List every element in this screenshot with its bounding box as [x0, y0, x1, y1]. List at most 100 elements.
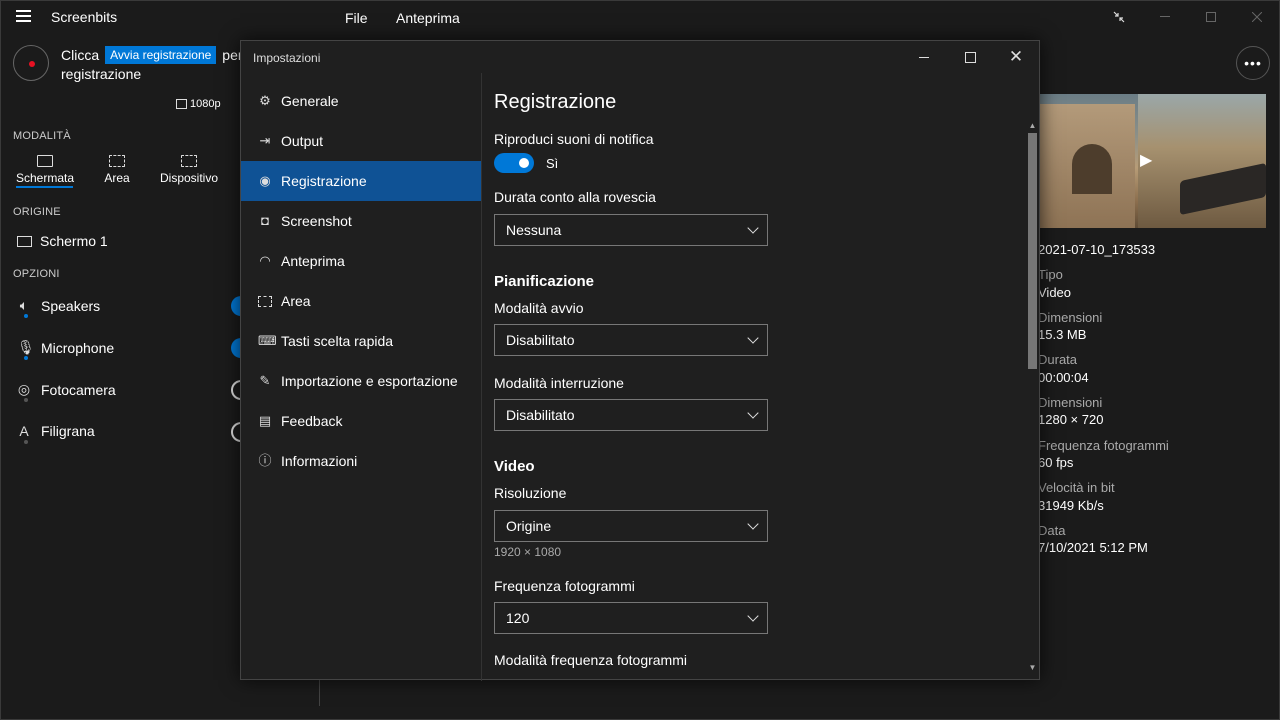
- title-bar: Screenbits File Anteprima: [0, 0, 1280, 34]
- stop-mode-dropdown[interactable]: Disabilitato: [494, 399, 768, 431]
- option-label: Filigrana: [41, 423, 95, 439]
- nav-item-tasti-scelta-rapida[interactable]: ⌨ Tasti scelta rapida: [241, 321, 481, 361]
- play-icon[interactable]: ▶: [1140, 150, 1152, 170]
- info-label: Data: [1038, 523, 1066, 538]
- mode-schermata[interactable]: Schermata: [16, 155, 74, 185]
- area-select-icon: [258, 296, 272, 307]
- inactive-dot: [24, 440, 28, 444]
- hint-text: Clicca: [61, 47, 100, 63]
- resolution-subtext: 1920 × 1080: [494, 545, 562, 559]
- settings-dialog: Impostazioni ✕ ⚙ Generale ⇥ Output ◉ Reg…: [240, 40, 1040, 681]
- watermark-icon: A: [19, 423, 29, 439]
- notify-toggle[interactable]: [494, 153, 534, 173]
- nav-label: Output: [281, 133, 324, 149]
- nav-item-importazione-esportazione[interactable]: ✎ Importazione e esportazione: [241, 361, 481, 401]
- settings-nav: ⚙ Generale ⇥ Output ◉ Registrazione ◘ Sc…: [241, 81, 481, 481]
- record-hint: Clicca Avvia registrazione per: [61, 46, 243, 64]
- chevron-down-icon: [747, 407, 759, 419]
- video-thumbnail[interactable]: ▶: [1040, 94, 1266, 228]
- record-icon: ◉: [259, 173, 271, 188]
- start-mode-dropdown[interactable]: Disabilitato: [494, 324, 768, 356]
- more-options-button[interactable]: •••: [1236, 46, 1270, 80]
- resolution-chip-label: 1080p: [190, 98, 221, 110]
- minimize-button[interactable]: [1142, 0, 1188, 34]
- nav-item-anteprima[interactable]: ◠ Anteprima: [241, 241, 481, 281]
- options-section-label: OPZIONI: [13, 268, 60, 280]
- nav-item-informazioni[interactable]: ⓘ Informazioni: [241, 441, 481, 481]
- origin-screen-item[interactable]: Schermo 1: [17, 233, 108, 249]
- nav-label: Tasti scelta rapida: [281, 333, 394, 349]
- info-label: Dimensioni: [1038, 395, 1103, 410]
- maximize-button[interactable]: [1188, 0, 1234, 34]
- dialog-maximize-button[interactable]: [947, 41, 993, 73]
- countdown-dropdown[interactable]: Nessuna: [494, 214, 768, 246]
- stop-mode-label: Modalità interruzione: [494, 375, 624, 391]
- nav-item-screenshot[interactable]: ◘ Screenshot: [241, 201, 481, 241]
- page-title: Registrazione: [494, 91, 617, 113]
- dropdown-value: 120: [506, 610, 530, 626]
- active-dot: [24, 356, 28, 360]
- nav-label: Screenshot: [281, 213, 352, 229]
- active-dot: [24, 314, 28, 318]
- info-icon: ⓘ: [258, 453, 272, 468]
- info-value: 15.3 MB: [1038, 327, 1087, 342]
- device-icon: [181, 155, 197, 167]
- dialog-minimize-button[interactable]: [901, 41, 947, 73]
- hint-text-line2: registrazione: [61, 66, 142, 82]
- origin-section-label: ORIGINE: [13, 206, 61, 218]
- settings-content: Registrazione Riproduci suoni di notific…: [494, 87, 1034, 677]
- mode-dispositivo[interactable]: Dispositivo: [158, 155, 220, 185]
- output-export-icon: ⇥: [259, 133, 271, 148]
- mode-selected-indicator: [16, 186, 73, 188]
- option-fotocamera[interactable]: ◎ Fotocamera: [17, 381, 116, 398]
- menu-file[interactable]: File: [345, 10, 368, 26]
- fps-mode-label: Modalità frequenza fotogrammi: [494, 652, 687, 668]
- nav-divider: [481, 73, 482, 681]
- scrollbar[interactable]: ▲ ▼: [1027, 121, 1038, 677]
- origin-value: Schermo 1: [40, 233, 108, 249]
- scroll-down-icon[interactable]: ▼: [1027, 663, 1038, 673]
- notify-label: Riproduci suoni di notifica: [494, 131, 654, 147]
- film-icon: [176, 99, 187, 109]
- fps-dropdown[interactable]: 120: [494, 602, 768, 634]
- countdown-label: Durata conto alla rovescia: [494, 189, 656, 205]
- dialog-title: Impostazioni: [253, 51, 321, 65]
- scroll-up-icon[interactable]: ▲: [1027, 121, 1038, 131]
- notify-toggle-state: Sì: [546, 156, 559, 171]
- compact-mode-icon[interactable]: [1096, 0, 1142, 34]
- chevron-down-icon: [747, 610, 759, 622]
- info-value: 60 fps: [1038, 455, 1074, 470]
- info-value: 00:00:04: [1038, 370, 1089, 385]
- mode-area[interactable]: Area: [102, 155, 132, 185]
- nav-item-output[interactable]: ⇥ Output: [241, 121, 481, 161]
- nav-item-area[interactable]: Area: [241, 281, 481, 321]
- divider: [319, 680, 320, 706]
- option-microphone[interactable]: 🎙︎ Microphone: [17, 339, 114, 356]
- nav-item-generale[interactable]: ⚙ Generale: [241, 81, 481, 121]
- resolution-dropdown[interactable]: Origine: [494, 510, 768, 542]
- option-label: Speakers: [41, 297, 101, 314]
- dialog-close-button[interactable]: ✕: [993, 41, 1039, 73]
- dropdown-value: Nessuna: [506, 222, 562, 238]
- record-button[interactable]: [13, 45, 49, 81]
- resolution-chip[interactable]: 1080p: [176, 98, 221, 110]
- dropdown-value: Origine: [506, 518, 552, 534]
- scrollbar-thumb[interactable]: [1028, 133, 1037, 369]
- edit-icon: ✎: [259, 373, 271, 388]
- mode-section-label: MODALITÀ: [13, 130, 71, 142]
- nav-item-registrazione[interactable]: ◉ Registrazione: [241, 161, 481, 201]
- nav-label: Area: [281, 293, 311, 309]
- nav-item-feedback[interactable]: ▤ Feedback: [241, 401, 481, 441]
- hamburger-menu-icon[interactable]: [16, 10, 32, 24]
- close-button[interactable]: [1234, 0, 1280, 34]
- option-filigrana[interactable]: A Filigrana: [17, 423, 95, 439]
- info-label: Frequenza fotogrammi: [1038, 438, 1169, 453]
- menu-anteprima[interactable]: Anteprima: [396, 10, 460, 26]
- info-value: 31949 Kb/s: [1038, 498, 1104, 513]
- option-speakers[interactable]: 🔈︎ Speakers: [17, 297, 100, 314]
- video-heading: Video: [494, 458, 535, 475]
- info-value: Video: [1038, 285, 1072, 300]
- nav-label: Informazioni: [281, 453, 358, 469]
- webcam-icon: ◎: [17, 381, 31, 397]
- dropdown-value: Disabilitato: [506, 407, 575, 423]
